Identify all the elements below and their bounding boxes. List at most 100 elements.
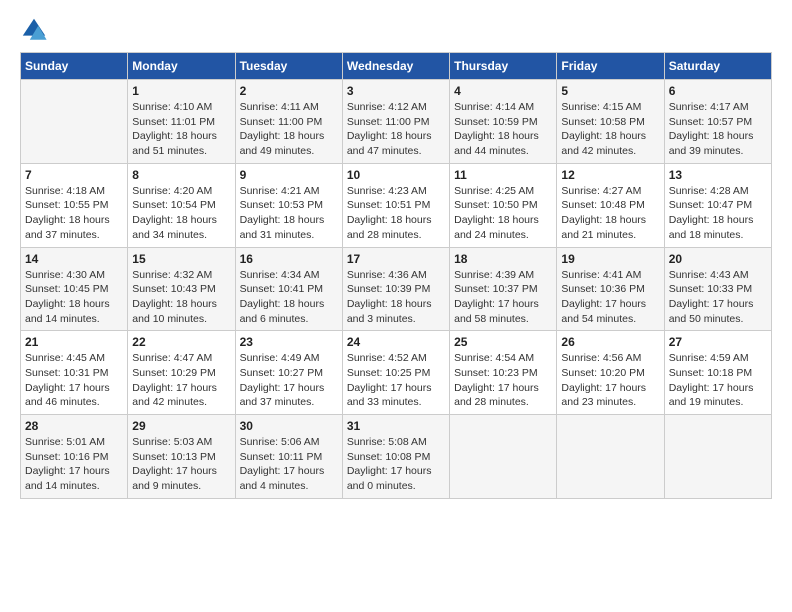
calendar-cell-w5-d6: [664, 415, 771, 499]
week-row-2: 7 Sunrise: 4:18 AM Sunset: 10:55 PM Dayli…: [21, 163, 772, 247]
day-info: Sunrise: 4:32 AM Sunset: 10:43 PM Daylig…: [132, 268, 230, 327]
calendar-table: SundayMondayTuesdayWednesdayThursdayFrid…: [20, 52, 772, 499]
calendar-cell-w5-d5: [557, 415, 664, 499]
calendar-cell-w5-d4: [450, 415, 557, 499]
day-number: 20: [669, 252, 767, 266]
week-row-5: 28 Sunrise: 5:01 AM Sunset: 10:16 PM Dayl…: [21, 415, 772, 499]
day-info: Sunrise: 5:08 AM Sunset: 10:08 PM Daylig…: [347, 435, 445, 494]
calendar-cell-w1-d5: 5 Sunrise: 4:15 AM Sunset: 10:58 PM Dayli…: [557, 80, 664, 164]
day-info: Sunrise: 4:12 AM Sunset: 11:00 PM Daylig…: [347, 100, 445, 159]
calendar-cell-w4-d5: 26Sunrise: 4:56 AM Sunset: 10:20 PM Dayl…: [557, 331, 664, 415]
day-info: Sunrise: 4:54 AM Sunset: 10:23 PM Daylig…: [454, 351, 552, 410]
calendar-cell-w2-d1: 8 Sunrise: 4:20 AM Sunset: 10:54 PM Dayli…: [128, 163, 235, 247]
calendar-cell-w4-d1: 22 Sunrise: 4:47 AM Sunset: 10:29 PM Dayl…: [128, 331, 235, 415]
calendar-cell-w1-d6: 6 Sunrise: 4:17 AM Sunset: 10:57 PM Dayli…: [664, 80, 771, 164]
calendar-header-row: SundayMondayTuesdayWednesdayThursdayFrid…: [21, 53, 772, 80]
day-info: Sunrise: 4:20 AM Sunset: 10:54 PM Daylig…: [132, 184, 230, 243]
calendar-cell-w2-d0: 7 Sunrise: 4:18 AM Sunset: 10:55 PM Dayli…: [21, 163, 128, 247]
day-info: Sunrise: 4:49 AM Sunset: 10:27 PM Daylig…: [240, 351, 338, 410]
logo-icon: [20, 16, 48, 44]
day-info: Sunrise: 4:45 AM Sunset: 10:31 PM Daylig…: [25, 351, 123, 410]
day-number: 1: [132, 84, 230, 98]
day-info: Sunrise: 4:21 AM Sunset: 10:53 PM Daylig…: [240, 184, 338, 243]
day-number: 13: [669, 168, 767, 182]
day-number: 15: [132, 252, 230, 266]
week-row-3: 14Sunrise: 4:30 AM Sunset: 10:45 PM Dayl…: [21, 247, 772, 331]
calendar-cell-w4-d2: 23 Sunrise: 4:49 AM Sunset: 10:27 PM Dayl…: [235, 331, 342, 415]
week-row-1: 1 Sunrise: 4:10 AM Sunset: 11:01 PM Dayli…: [21, 80, 772, 164]
header-sunday: Sunday: [21, 53, 128, 80]
calendar-cell-w4-d0: 21 Sunrise: 4:45 AM Sunset: 10:31 PM Dayl…: [21, 331, 128, 415]
day-info: Sunrise: 4:11 AM Sunset: 11:00 PM Daylig…: [240, 100, 338, 159]
day-number: 2: [240, 84, 338, 98]
day-info: Sunrise: 4:27 AM Sunset: 10:48 PM Daylig…: [561, 184, 659, 243]
calendar-cell-w2-d2: 9Sunrise: 4:21 AM Sunset: 10:53 PM Dayli…: [235, 163, 342, 247]
calendar-cell-w4-d4: 25 Sunrise: 4:54 AM Sunset: 10:23 PM Dayl…: [450, 331, 557, 415]
day-info: Sunrise: 4:36 AM Sunset: 10:39 PM Daylig…: [347, 268, 445, 327]
calendar-cell-w1-d1: 1 Sunrise: 4:10 AM Sunset: 11:01 PM Dayli…: [128, 80, 235, 164]
calendar-cell-w3-d4: 18Sunrise: 4:39 AM Sunset: 10:37 PM Dayl…: [450, 247, 557, 331]
calendar-cell-w2-d3: 10 Sunrise: 4:23 AM Sunset: 10:51 PM Dayl…: [342, 163, 449, 247]
calendar-cell-w3-d6: 20Sunrise: 4:43 AM Sunset: 10:33 PM Dayl…: [664, 247, 771, 331]
header-saturday: Saturday: [664, 53, 771, 80]
day-info: Sunrise: 4:17 AM Sunset: 10:57 PM Daylig…: [669, 100, 767, 159]
day-info: Sunrise: 4:34 AM Sunset: 10:41 PM Daylig…: [240, 268, 338, 327]
header-thursday: Thursday: [450, 53, 557, 80]
day-info: Sunrise: 4:41 AM Sunset: 10:36 PM Daylig…: [561, 268, 659, 327]
day-number: 22: [132, 335, 230, 349]
day-number: 19: [561, 252, 659, 266]
day-number: 10: [347, 168, 445, 182]
day-info: Sunrise: 4:18 AM Sunset: 10:55 PM Daylig…: [25, 184, 123, 243]
header-wednesday: Wednesday: [342, 53, 449, 80]
day-info: Sunrise: 5:01 AM Sunset: 10:16 PM Daylig…: [25, 435, 123, 494]
day-number: 5: [561, 84, 659, 98]
day-number: 11: [454, 168, 552, 182]
calendar-cell-w3-d5: 19 Sunrise: 4:41 AM Sunset: 10:36 PM Dayl…: [557, 247, 664, 331]
day-info: Sunrise: 4:30 AM Sunset: 10:45 PM Daylig…: [25, 268, 123, 327]
day-info: Sunrise: 4:52 AM Sunset: 10:25 PM Daylig…: [347, 351, 445, 410]
day-info: Sunrise: 4:28 AM Sunset: 10:47 PM Daylig…: [669, 184, 767, 243]
day-number: 27: [669, 335, 767, 349]
calendar-cell-w2-d4: 11Sunrise: 4:25 AM Sunset: 10:50 PM Dayl…: [450, 163, 557, 247]
calendar-cell-w2-d6: 13 Sunrise: 4:28 AM Sunset: 10:47 PM Dayl…: [664, 163, 771, 247]
day-info: Sunrise: 5:06 AM Sunset: 10:11 PM Daylig…: [240, 435, 338, 494]
day-number: 23: [240, 335, 338, 349]
day-number: 30: [240, 419, 338, 433]
calendar-cell-w4-d3: 24 Sunrise: 4:52 AM Sunset: 10:25 PM Dayl…: [342, 331, 449, 415]
calendar-cell-w2-d5: 12 Sunrise: 4:27 AM Sunset: 10:48 PM Dayl…: [557, 163, 664, 247]
day-number: 24: [347, 335, 445, 349]
page-header: [20, 16, 772, 44]
day-number: 7: [25, 168, 123, 182]
calendar-cell-w5-d1: 29Sunrise: 5:03 AM Sunset: 10:13 PM Dayl…: [128, 415, 235, 499]
day-number: 12: [561, 168, 659, 182]
calendar-cell-w4-d6: 27Sunrise: 4:59 AM Sunset: 10:18 PM Dayl…: [664, 331, 771, 415]
day-number: 21: [25, 335, 123, 349]
day-number: 25: [454, 335, 552, 349]
calendar-cell-w3-d2: 16 Sunrise: 4:34 AM Sunset: 10:41 PM Dayl…: [235, 247, 342, 331]
calendar-cell-w3-d3: 17Sunrise: 4:36 AM Sunset: 10:39 PM Dayl…: [342, 247, 449, 331]
day-number: 16: [240, 252, 338, 266]
calendar-cell-w1-d4: 4 Sunrise: 4:14 AM Sunset: 10:59 PM Dayli…: [450, 80, 557, 164]
day-info: Sunrise: 4:14 AM Sunset: 10:59 PM Daylig…: [454, 100, 552, 159]
day-number: 31: [347, 419, 445, 433]
header-monday: Monday: [128, 53, 235, 80]
header-tuesday: Tuesday: [235, 53, 342, 80]
day-number: 29: [132, 419, 230, 433]
day-number: 3: [347, 84, 445, 98]
day-number: 4: [454, 84, 552, 98]
calendar-cell-w5-d3: 31 Sunrise: 5:08 AM Sunset: 10:08 PM Dayl…: [342, 415, 449, 499]
day-info: Sunrise: 4:15 AM Sunset: 10:58 PM Daylig…: [561, 100, 659, 159]
calendar-cell-w1-d3: 3 Sunrise: 4:12 AM Sunset: 11:00 PM Dayli…: [342, 80, 449, 164]
calendar-cell-w1-d2: 2 Sunrise: 4:11 AM Sunset: 11:00 PM Dayli…: [235, 80, 342, 164]
header-friday: Friday: [557, 53, 664, 80]
calendar-cell-w5-d0: 28 Sunrise: 5:01 AM Sunset: 10:16 PM Dayl…: [21, 415, 128, 499]
day-number: 6: [669, 84, 767, 98]
calendar-cell-w1-d0: [21, 80, 128, 164]
day-info: Sunrise: 4:47 AM Sunset: 10:29 PM Daylig…: [132, 351, 230, 410]
calendar-cell-w3-d1: 15 Sunrise: 4:32 AM Sunset: 10:43 PM Dayl…: [128, 247, 235, 331]
day-info: Sunrise: 4:10 AM Sunset: 11:01 PM Daylig…: [132, 100, 230, 159]
day-number: 8: [132, 168, 230, 182]
day-info: Sunrise: 4:23 AM Sunset: 10:51 PM Daylig…: [347, 184, 445, 243]
day-number: 18: [454, 252, 552, 266]
day-number: 28: [25, 419, 123, 433]
